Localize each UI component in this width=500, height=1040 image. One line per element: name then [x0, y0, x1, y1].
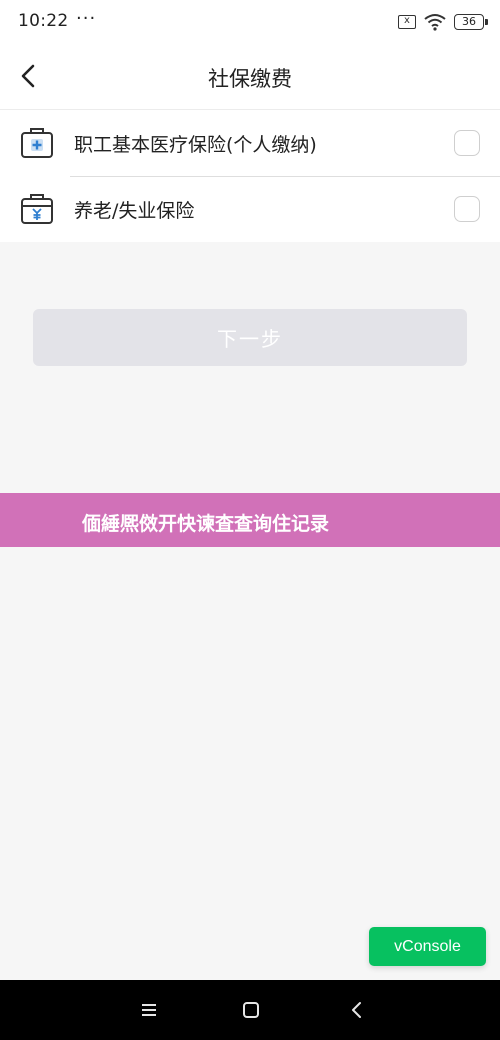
medical-insurance-label: 职工基本医疗保险(个人缴纳): [74, 134, 317, 156]
status-bar: 10:22 ··· x 36: [0, 0, 500, 44]
overlay-banner: 偭綞熈傚开快谏査查询住记录: [0, 493, 500, 547]
pension-case-icon: [21, 194, 53, 224]
pension-insurance-checkbox[interactable]: [454, 196, 480, 222]
wifi-icon: [424, 14, 446, 31]
back-triangle-icon[interactable]: [345, 998, 369, 1022]
overlay-banner-text: 偭綞熈傚开快谏査查询住记录: [82, 513, 330, 535]
next-step-button[interactable]: 下一步: [33, 309, 467, 366]
home-square-icon[interactable]: [239, 998, 263, 1022]
page-title: 社保缴费: [208, 67, 292, 91]
list-item-medical-insurance[interactable]: 职工基本医疗保险(个人缴纳): [0, 110, 500, 176]
battery-icon: 36: [454, 14, 488, 30]
menu-icon[interactable]: [137, 998, 161, 1022]
vconsole-button[interactable]: vConsole: [369, 927, 486, 966]
list-item-pension-insurance[interactable]: 养老/失业保险: [0, 176, 500, 242]
insurance-list: 职工基本医疗保险(个人缴纳) 养老/失业保险: [0, 110, 500, 242]
sim-icon: x: [398, 15, 416, 29]
medical-insurance-checkbox[interactable]: [454, 130, 480, 156]
status-icons: x 36: [398, 12, 488, 32]
system-navigation-bar: [0, 980, 500, 1040]
medical-kit-icon: [21, 128, 53, 158]
pension-insurance-label: 养老/失业保险: [74, 200, 195, 222]
status-time: 10:22: [18, 11, 69, 31]
notification-dots-icon: ···: [76, 8, 97, 29]
nav-bar: 社保缴费: [0, 44, 500, 110]
